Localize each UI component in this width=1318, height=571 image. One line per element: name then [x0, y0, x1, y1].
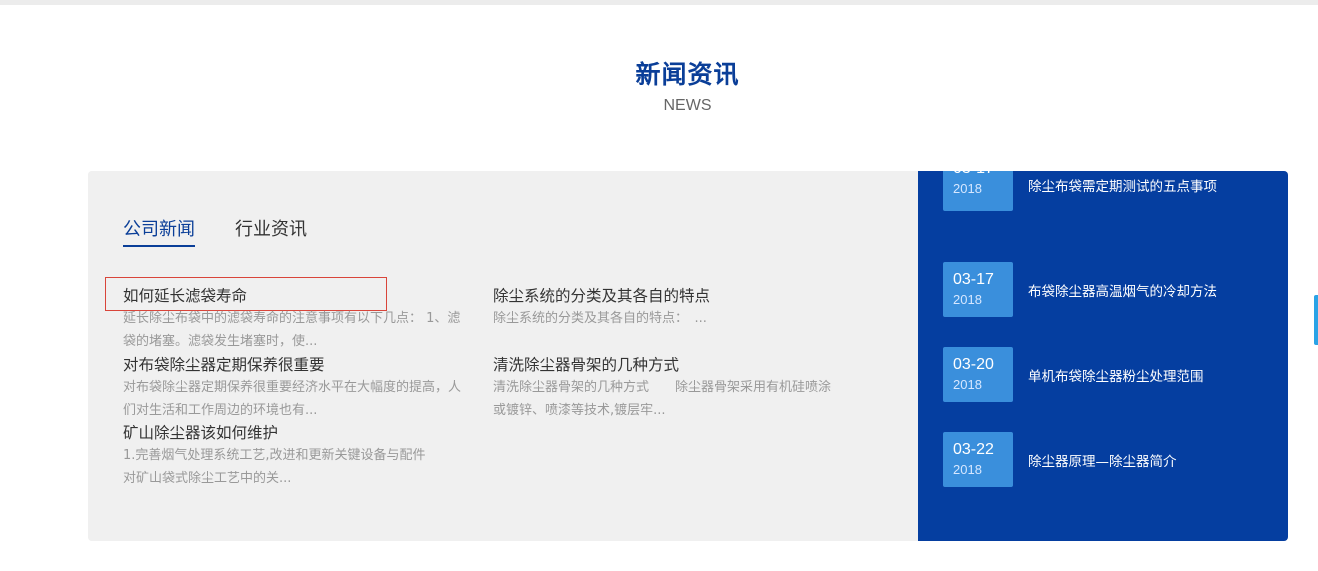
news-summary: 除尘系统的分类及其各自的特点： ...	[493, 311, 707, 326]
date-year: 2018	[953, 377, 982, 392]
date-badge: 03-22 2018	[943, 432, 1013, 487]
latest-news-item[interactable]: 03-22 2018 除尘器原理—除尘器简介	[943, 432, 1273, 487]
section-title: 新闻资讯	[635, 60, 740, 89]
date-month-day: 03-17	[953, 171, 994, 178]
top-divider	[0, 0, 1318, 5]
section-subtitle: NEWS	[663, 97, 712, 114]
latest-news-item[interactable]: 03-17 2018 布袋除尘器高温烟气的冷却方法	[943, 262, 1273, 317]
latest-news-item[interactable]: 03-17 2018 除尘布袋需定期测试的五点事项	[943, 171, 1273, 232]
side-float-tab[interactable]	[1314, 295, 1318, 345]
news-item[interactable]: 除尘系统的分类及其各自的特点 除尘系统的分类及其各自的特点： ...	[493, 286, 833, 330]
date-month-day: 03-17	[953, 271, 994, 288]
latest-news-title[interactable]: 单机布袋除尘器粉尘处理范围	[1028, 365, 1204, 385]
latest-news-title[interactable]: 除尘布袋需定期测试的五点事项	[1028, 175, 1217, 195]
news-title[interactable]: 如何延长滤袋寿命	[123, 286, 463, 306]
news-title[interactable]: 矿山除尘器该如何维护	[123, 423, 463, 443]
tab-company-news[interactable]: 公司新闻	[123, 215, 195, 247]
date-year: 2018	[953, 462, 982, 477]
news-summary: 对布袋除尘器定期保养很重要经济水平在大幅度的提高，人们对生活和工作周边的环境也有…	[123, 380, 462, 418]
date-badge: 03-17 2018	[943, 171, 1013, 211]
date-month-day: 03-22	[953, 441, 994, 458]
news-item[interactable]: 对布袋除尘器定期保养很重要 对布袋除尘器定期保养很重要经济水平在大幅度的提高，人…	[123, 355, 463, 422]
news-summary: 延长除尘布袋中的滤袋寿命的注意事项有以下几点： 1、滤袋的堵塞。滤袋发生堵塞时，…	[123, 311, 461, 349]
date-year: 2018	[953, 181, 982, 196]
date-badge: 03-20 2018	[943, 347, 1013, 402]
date-badge: 03-17 2018	[943, 262, 1013, 317]
latest-news-title[interactable]: 除尘器原理—除尘器简介	[1028, 450, 1177, 470]
tab-industry-news[interactable]: 行业资讯	[235, 215, 307, 245]
news-title[interactable]: 对布袋除尘器定期保养很重要	[123, 355, 463, 375]
date-year: 2018	[953, 292, 982, 307]
news-summary: 清洗除尘器骨架的几种方式 除尘器骨架采用有机硅喷涂或镀锌、喷漆等技术,镀层牢..…	[493, 380, 832, 418]
news-item[interactable]: 清洗除尘器骨架的几种方式 清洗除尘器骨架的几种方式 除尘器骨架采用有机硅喷涂或镀…	[493, 355, 833, 422]
news-title[interactable]: 清洗除尘器骨架的几种方式	[493, 355, 833, 375]
news-panel: 公司新闻 行业资讯 如何延长滤袋寿命 延长除尘布袋中的滤袋寿命的注意事项有以下几…	[88, 171, 1288, 541]
latest-news-item[interactable]: 03-20 2018 单机布袋除尘器粉尘处理范围	[943, 347, 1273, 402]
news-item[interactable]: 如何延长滤袋寿命 延长除尘布袋中的滤袋寿命的注意事项有以下几点： 1、滤袋的堵塞…	[123, 286, 463, 353]
news-item[interactable]: 矿山除尘器该如何维护 1.完善烟气处理系统工艺,改进和更新关键设备与配件 对矿山…	[123, 423, 463, 490]
news-summary: 1.完善烟气处理系统工艺,改进和更新关键设备与配件 对矿山袋式除尘工艺中的关..…	[123, 448, 452, 486]
latest-news-pane: 03-17 2018 除尘布袋需定期测试的五点事项 03-17 2018 布袋除…	[918, 171, 1288, 541]
news-title[interactable]: 除尘系统的分类及其各自的特点	[493, 286, 833, 306]
latest-news-title[interactable]: 布袋除尘器高温烟气的冷却方法	[1028, 280, 1217, 300]
date-month-day: 03-20	[953, 356, 994, 373]
news-list-pane: 公司新闻 行业资讯 如何延长滤袋寿命 延长除尘布袋中的滤袋寿命的注意事项有以下几…	[88, 171, 918, 541]
